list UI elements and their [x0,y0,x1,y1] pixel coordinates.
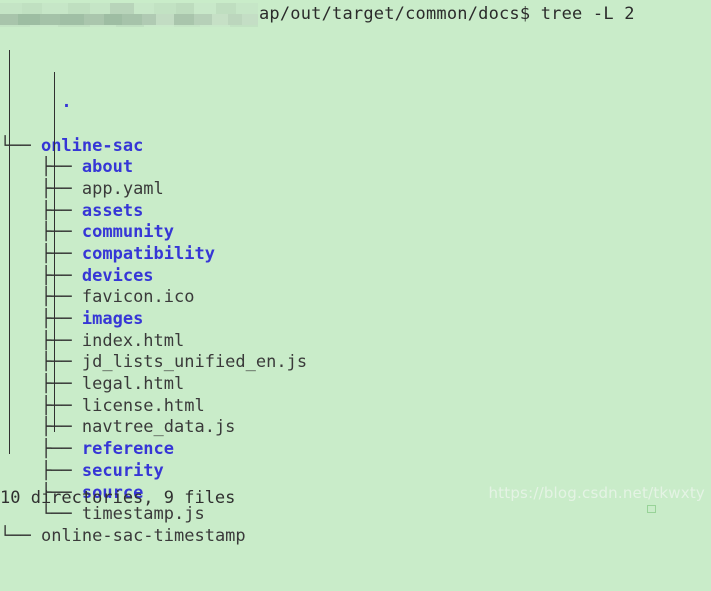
watermark-square-icon [647,505,656,513]
mosaic-block [110,3,134,14]
prompt-line: ap/out/target/common/docs$ tree -L 2 [0,3,711,27]
tree-entry-directory: community [81,222,175,243]
tree-entry-file: index.html [81,330,185,351]
mosaic-block [242,14,258,25]
tree-line: ├── navtree_data.js [0,417,307,439]
tree-branch-glyph: ├── [0,222,82,243]
mosaic-block [68,3,90,14]
tree-line: ├── devices [0,266,307,288]
mosaic-block [134,3,154,14]
tree-branch-glyph: ├── [0,352,82,373]
tree-branch-glyph: ├── [0,265,82,286]
root-label: . [61,92,72,113]
mosaic-block [194,3,216,14]
tree-line: ├── jd_lists_unified_en.js [0,352,307,374]
mosaic-block [176,3,194,14]
tree-branch-glyph: ├── [0,178,82,199]
tree-line: ├── security [0,461,307,483]
tree-entry-directory: assets [81,200,144,221]
tree-entry-file: license.html [81,395,205,416]
mosaic-block [18,14,40,25]
tree-branch-glyph: └── [0,135,41,156]
tree-entry-file: online-sac-timestamp [40,525,246,546]
mosaic-block [142,14,156,25]
tree-branch-glyph: ├── [0,417,82,438]
mosaic-block [122,14,142,25]
tree-line: ├── compatibility [0,244,307,266]
tree-entry-file: favicon.ico [81,287,195,308]
redacted-prompt-mosaic [0,3,259,27]
mosaic-block [40,14,60,25]
tree-root-line: . [0,70,307,112]
tree-stem-level2 [54,72,55,432]
tree-entry-directory: images [81,309,144,329]
mosaic-block [228,14,242,25]
tree-line: ├── assets [0,201,307,223]
mosaic-block [154,3,176,14]
tree-body: └── online-sac ├── about ├── app.yaml ├─… [0,136,307,548]
tree-entry-directory: compatibility [81,243,215,264]
tree-entry-directory: online-sac [40,135,144,156]
tree-entry-file: legal.html [81,374,185,395]
mosaic-block [104,14,122,25]
tree-entry-file: jd_lists_unified_en.js [81,352,308,373]
mosaic-block [156,14,174,25]
tree-line: ├── community [0,222,307,244]
tree-line: └── online-sac-timestamp [0,526,307,548]
tree-entry-directory: devices [81,265,154,286]
tree-stem-root [9,50,10,454]
tree-line: ├── legal.html [0,374,307,396]
mosaic-block [194,14,212,25]
tree-branch-glyph: ├── [0,395,82,416]
mosaic-block [174,14,194,25]
mosaic-block [236,3,258,14]
command-text: ap/out/target/common/docs$ tree -L 2 [259,4,635,24]
tree-branch-glyph: ├── [0,460,82,481]
tree-line: ├── app.yaml [0,179,307,201]
mosaic-block [42,3,68,14]
tree-branch-glyph: ├── [0,287,82,308]
mosaic-block [60,14,84,25]
tree-line: └── online-sac [0,136,307,158]
csdn-watermark: https://blog.csdn.net/tkwxty [488,484,705,502]
tree-summary: 10 directories, 9 files [0,488,236,508]
tree-entry-file: navtree_data.js [81,417,236,438]
mosaic-block [84,14,104,25]
tree-line: ├── license.html [0,396,307,418]
tree-branch-glyph: ├── [0,330,82,351]
tree-entry-directory: about [81,157,134,178]
mosaic-block [22,3,42,14]
tree-line: ├── favicon.ico [0,287,307,309]
tree-entry-directory: reference [81,439,175,460]
terminal-window: ap/out/target/common/docs$ tree -L 2 . └… [0,0,711,546]
tree-branch-glyph: ├── [0,200,82,221]
tree-line: ├── index.html [0,331,307,353]
mosaic-block [0,3,22,14]
tree-branch-glyph: ├── [0,439,82,460]
tree-line: ├── images [0,309,307,331]
tree-branch-glyph: ├── [0,243,82,264]
tree-entry-file: app.yaml [81,178,164,199]
tree-line: ├── reference [0,439,307,461]
mosaic-block [0,14,18,25]
tree-branch-glyph: ├── [0,157,82,178]
mosaic-block [212,14,228,25]
tree-branch-glyph: └── [0,525,41,546]
tree-entry-directory: security [81,460,164,481]
tree-branch-glyph: ├── [0,309,82,329]
mosaic-block [216,3,236,14]
mosaic-block [90,3,110,14]
tree-line: ├── about [0,157,307,179]
tree-branch-glyph: ├── [0,374,82,395]
